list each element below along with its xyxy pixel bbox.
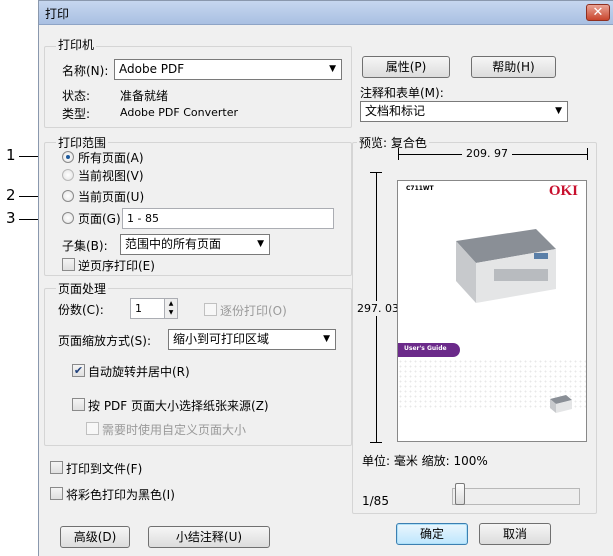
width-tick-right — [587, 148, 588, 160]
advanced-button[interactable]: 高级(D) — [60, 526, 130, 548]
guide-text: User's Guide — [404, 345, 447, 352]
status-label: 状态: — [62, 89, 91, 103]
scaling-select[interactable]: 缩小到可打印区域 ▼ — [168, 329, 336, 350]
collate-label: 逐份打印(O) — [220, 304, 287, 318]
reverse-checkbox[interactable] — [62, 258, 75, 271]
height-tick-bottom — [370, 442, 382, 443]
comments-value: 文档和标记 — [365, 104, 426, 118]
current-page-label: 当前页面(U) — [78, 190, 145, 204]
units-zoom: 单位: 毫米 缩放: 100% — [362, 454, 488, 468]
pages-label: 页面(G) — [78, 212, 121, 226]
current-view-label: 当前视图(V) — [78, 169, 144, 183]
custom-size-checkbox[interactable] — [86, 422, 99, 435]
status-value: 准备就绪 — [120, 89, 169, 103]
preview-label: 预览: 复合色 — [357, 134, 429, 151]
height-value: 297. 03 — [357, 301, 399, 316]
page-slider-thumb[interactable] — [455, 483, 465, 505]
callout-3: 3 — [6, 209, 16, 227]
print-black-checkbox[interactable] — [50, 487, 63, 500]
chevron-down-icon: ▼ — [329, 64, 336, 74]
close-icon[interactable]: ✕ — [586, 4, 610, 21]
subset-value: 范围中的所有页面 — [125, 237, 222, 251]
window-title: 打印 — [45, 7, 70, 21]
page-indicator: 1/85 — [362, 494, 389, 508]
subset-select[interactable]: 范围中的所有页面 ▼ — [120, 234, 270, 255]
reverse-label: 逆页序打印(E) — [78, 259, 155, 273]
spinner-icon[interactable]: ▲ ▼ — [164, 299, 177, 318]
properties-button[interactable]: 属性(P) — [362, 56, 450, 78]
subset-label: 子集(B): — [62, 239, 108, 253]
print-to-file-label: 打印到文件(F) — [66, 462, 143, 476]
printer-name-select[interactable]: Adobe PDF ▼ — [114, 59, 342, 80]
guide-banner: User's Guide — [398, 343, 460, 357]
comments-label: 注释和表单(M): — [360, 86, 444, 100]
preview-model: C711WT — [406, 185, 434, 192]
collate-checkbox[interactable] — [204, 303, 217, 316]
print-to-file-checkbox[interactable] — [50, 461, 63, 474]
current-page-radio[interactable] — [62, 190, 74, 202]
custom-size-label: 需要时使用自定义页面大小 — [102, 423, 247, 437]
printer-image-icon — [456, 229, 556, 303]
callout-1: 1 — [6, 146, 16, 164]
title-bar: 打印 ✕ — [39, 1, 613, 25]
type-value: Adobe PDF Converter — [120, 106, 239, 119]
auto-rotate-checkbox[interactable]: ✔ — [72, 364, 85, 377]
print-black-label: 将彩色打印为黑色(I) — [66, 488, 175, 502]
chevron-down-icon: ▼ — [555, 106, 562, 116]
printer-name-value: Adobe PDF — [119, 62, 185, 76]
type-label: 类型: — [62, 107, 91, 121]
scaling-value: 缩小到可打印区域 — [173, 332, 270, 346]
pages-radio[interactable] — [62, 212, 74, 224]
choose-paper-label: 按 PDF 页面大小选择纸张来源(Z) — [88, 399, 269, 413]
handling-group-title: 页面处理 — [56, 280, 109, 297]
page-slider-track[interactable] — [452, 488, 580, 505]
width-value: 209. 97 — [462, 147, 512, 160]
printer-group-title: 打印机 — [56, 36, 97, 53]
chevron-down-icon: ▼ — [257, 239, 264, 249]
preview-brand-logo: OKI — [548, 183, 578, 199]
all-pages-label: 所有页面(A) — [78, 151, 144, 165]
all-pages-radio[interactable] — [62, 151, 74, 163]
comments-select[interactable]: 文档和标记 ▼ — [360, 101, 568, 122]
current-view-radio[interactable] — [62, 169, 74, 181]
auto-rotate-label: 自动旋转并居中(R) — [88, 365, 190, 379]
copies-label: 份数(C): — [58, 303, 104, 317]
printer-name-label: 名称(N): — [62, 64, 109, 78]
choose-paper-checkbox[interactable] — [72, 398, 85, 411]
scaling-label: 页面缩放方式(S): — [58, 334, 152, 348]
small-printer-icon — [550, 395, 572, 413]
preview-page: C711WT OKI User's Guide — [397, 180, 587, 442]
ok-button[interactable]: 确定 — [396, 523, 468, 545]
pages-input[interactable]: 1 - 85 — [122, 208, 334, 229]
copies-input[interactable]: 1 ▲ ▼ — [130, 298, 178, 319]
summarize-comments-button[interactable]: 小结注释(U) — [148, 526, 270, 548]
cancel-button[interactable]: 取消 — [479, 523, 551, 545]
help-button[interactable]: 帮助(H) — [471, 56, 556, 78]
callout-2: 2 — [6, 186, 16, 204]
copies-value: 1 — [135, 302, 142, 315]
chevron-down-icon: ▼ — [323, 334, 330, 344]
